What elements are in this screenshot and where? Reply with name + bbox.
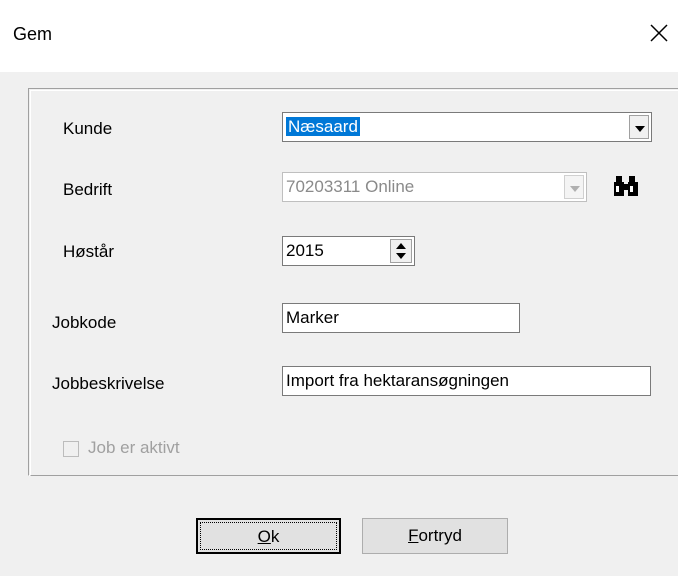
hoestaar-value: 2015 xyxy=(286,241,324,260)
jobbeskrivelse-label: Jobbeskrivelse xyxy=(52,374,165,393)
kunde-value: Næsaard xyxy=(286,117,360,136)
job-aktivt-label: Job er aktivt xyxy=(88,438,180,457)
bedrift-label: Bedrift xyxy=(63,180,113,199)
jobkode-value: Marker xyxy=(286,308,339,327)
kunde-combobox[interactable]: Næsaard xyxy=(282,112,652,142)
hoestaar-spinner[interactable]: 2015 xyxy=(282,236,415,266)
bedrift-combobox: 70203311 Online xyxy=(282,172,587,202)
window-title: Gem xyxy=(13,24,53,44)
hoestaar-label: Høstår xyxy=(63,242,114,261)
close-icon[interactable] xyxy=(644,18,674,48)
binoculars-icon xyxy=(614,176,638,196)
chevron-down-icon xyxy=(564,175,584,199)
jobkode-input[interactable]: Marker xyxy=(282,303,520,333)
search-button[interactable] xyxy=(612,172,640,202)
spin-arrows-icon[interactable] xyxy=(390,239,412,263)
form-group-frame xyxy=(28,88,678,476)
ok-button[interactable]: Ok xyxy=(196,518,341,554)
kunde-label: Kunde xyxy=(63,119,113,138)
job-aktivt-checkbox xyxy=(63,441,79,457)
chevron-down-icon[interactable] xyxy=(629,115,649,139)
jobbeskrivelse-value: Import fra hektaransøgningen xyxy=(286,371,510,390)
bedrift-value: 70203311 Online xyxy=(286,177,415,196)
cancel-button[interactable]: Fortryd xyxy=(362,518,508,554)
title-bar: Gem xyxy=(0,0,678,72)
jobbeskrivelse-input[interactable]: Import fra hektaransøgningen xyxy=(282,366,651,396)
jobkode-label: Jobkode xyxy=(52,313,117,332)
